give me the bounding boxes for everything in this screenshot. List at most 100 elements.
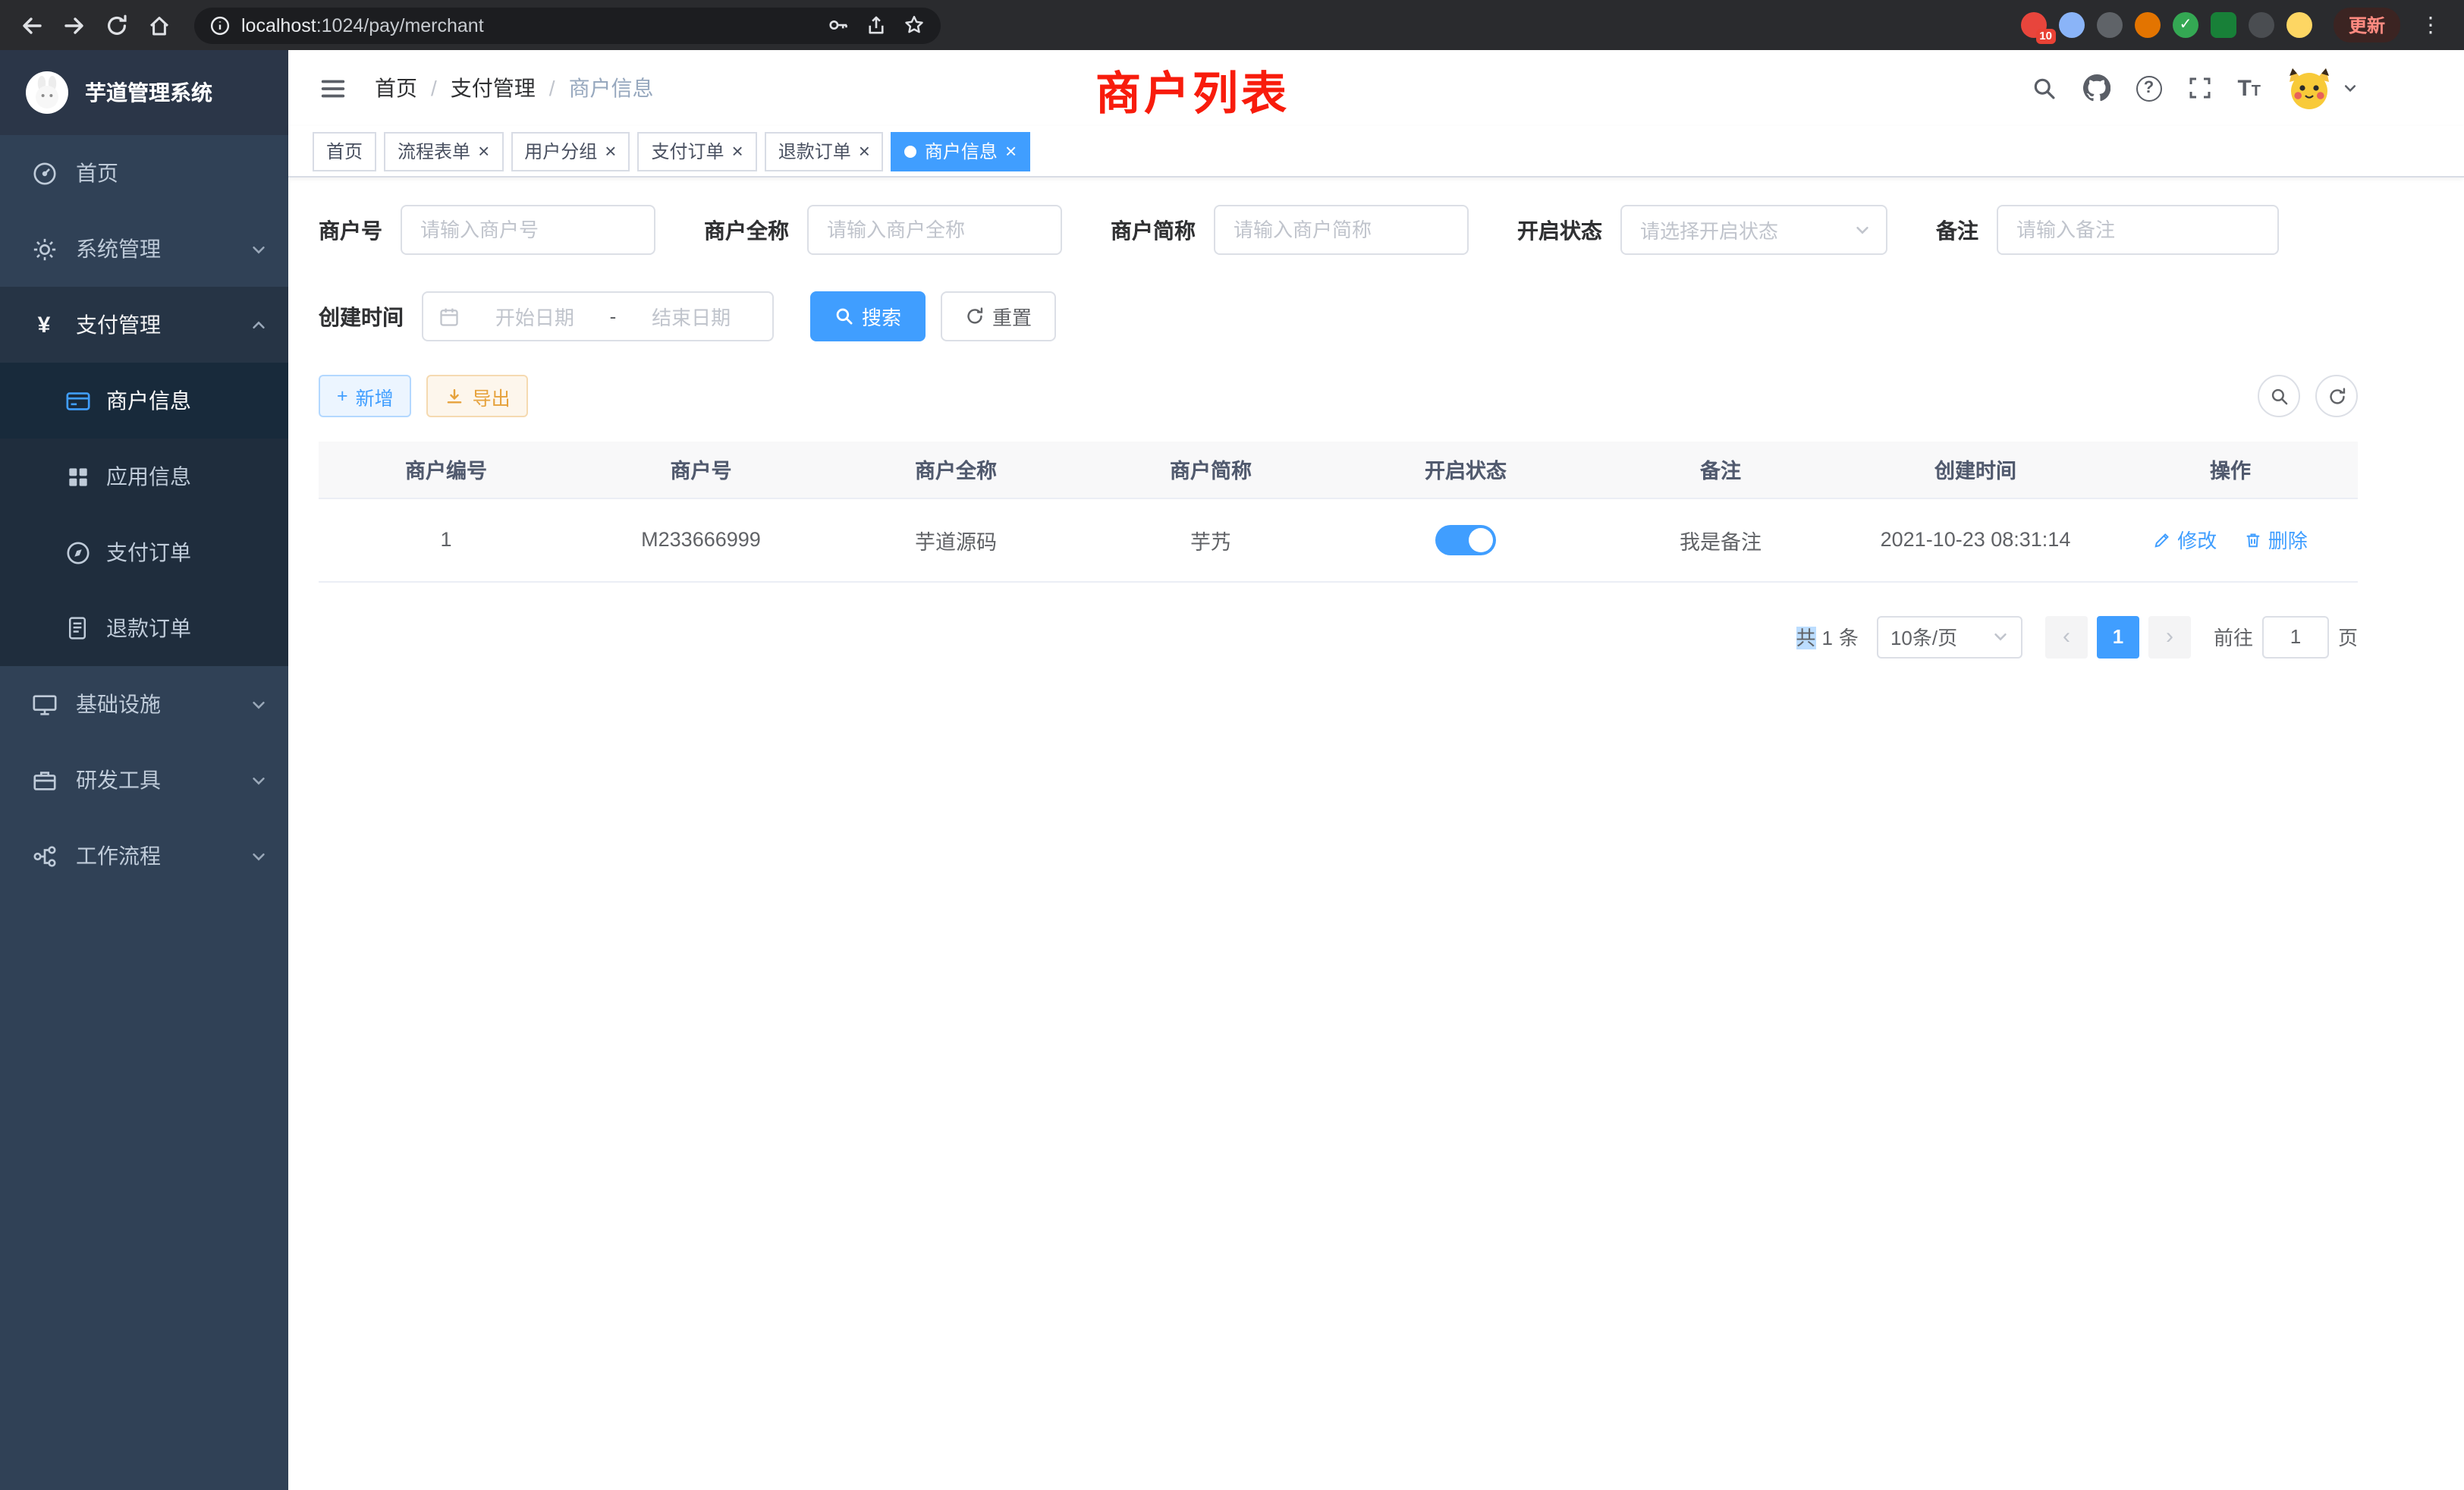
app-logo[interactable]: 芋道管理系统 (0, 50, 288, 135)
search-button[interactable]: 搜索 (810, 291, 926, 341)
column-header: 开启状态 (1338, 442, 1593, 498)
password-key-icon[interactable] (827, 14, 850, 36)
add-button[interactable]: + 新增 (319, 375, 412, 417)
tab-merchant-info[interactable]: 商户信息 × (891, 131, 1030, 171)
cell-merchant-id: 1 (319, 498, 574, 581)
browser-home-icon[interactable] (143, 8, 176, 42)
tab-refund-order[interactable]: 退款订单 × (765, 131, 884, 171)
navbar-actions: ? TT (2031, 65, 2358, 111)
breadcrumb-item[interactable]: 支付管理 (451, 73, 536, 103)
delete-button[interactable]: 删除 (2244, 525, 2308, 554)
edit-button[interactable]: 修改 (2153, 525, 2217, 554)
cell-actions: 修改 删除 (2103, 498, 2358, 581)
card-icon (64, 388, 91, 413)
extension-icon[interactable] (2097, 12, 2123, 38)
breadcrumb-item[interactable]: 首页 (375, 73, 417, 103)
table-header-row: 商户编号 商户号 商户全称 商户简称 开启状态 备注 创建时间 操作 (319, 442, 2358, 498)
tab-user-group[interactable]: 用户分组 × (511, 131, 630, 171)
show-search-toggle-button[interactable] (2258, 375, 2300, 417)
field-label: 开启状态 (1517, 215, 1602, 245)
close-icon[interactable]: × (478, 141, 489, 161)
column-header: 商户编号 (319, 442, 574, 498)
status-select[interactable]: 请选择开启状态 (1620, 205, 1887, 255)
extension-icon[interactable] (2211, 12, 2236, 38)
close-icon[interactable]: × (605, 141, 616, 161)
date-separator: - (610, 305, 617, 328)
filter-row-1: 商户号 商户全称 商户简称 开启状态 请选择开启状态 (319, 205, 2358, 255)
workflow-icon (30, 843, 58, 869)
sidebar-item-home[interactable]: 首页 (0, 135, 288, 211)
refresh-icon (2327, 386, 2346, 406)
export-button[interactable]: 导出 (427, 375, 529, 417)
app-title: 芋道管理系统 (85, 77, 212, 108)
merchant-shortname-input[interactable] (1214, 205, 1469, 255)
user-menu[interactable] (2286, 65, 2358, 111)
tab-process-form[interactable]: 流程表单 × (384, 131, 503, 171)
pagination: 共1条 10条/页 ‹ 1 › 前往 页 (319, 615, 2358, 658)
chevron-up-icon (250, 316, 267, 333)
extension-icon[interactable]: ✓ (2173, 12, 2198, 38)
status-toggle[interactable] (1435, 524, 1496, 555)
prev-page-button[interactable]: ‹ (2045, 615, 2088, 658)
sidebar-item-merchant-info[interactable]: 商户信息 (0, 363, 288, 439)
sidebar-item-label: 退款订单 (106, 613, 191, 643)
next-page-button[interactable]: › (2148, 615, 2191, 658)
extension-icon[interactable] (2059, 12, 2085, 38)
goto-page-input[interactable] (2262, 615, 2329, 658)
gear-icon (30, 236, 58, 262)
extension-icon[interactable] (2249, 12, 2274, 38)
font-size-icon[interactable]: TT (2237, 75, 2261, 101)
close-icon[interactable]: × (732, 141, 743, 161)
field-label: 商户号 (319, 215, 382, 245)
sidebar-item-infrastructure[interactable]: 基础设施 (0, 666, 288, 742)
browser-back-icon[interactable] (15, 8, 49, 42)
bookmark-star-icon[interactable] (903, 14, 926, 36)
refresh-table-button[interactable] (2315, 375, 2358, 417)
table-row: 1 M233666999 芋道源码 芋艿 我是备注 2021-10-23 08:… (319, 498, 2358, 581)
chevron-down-icon (250, 696, 267, 712)
sidebar-item-workflow[interactable]: 工作流程 (0, 818, 288, 894)
url-host: localhost (241, 14, 316, 36)
fullscreen-icon[interactable] (2187, 76, 2211, 100)
browser-forward-icon[interactable] (58, 8, 91, 42)
github-icon[interactable] (2082, 74, 2110, 102)
page-size-select[interactable]: 10条/页 (1877, 615, 2022, 658)
browser-menu-icon[interactable]: ⋮ (2412, 12, 2449, 38)
breadcrumb-separator: / (431, 76, 437, 100)
column-header: 商户全称 (828, 442, 1083, 498)
sidebar-menu: 首页 系统管理 ¥ 支付管理 (0, 135, 288, 1490)
payment-submenu: 商户信息 应用信息 支付订单 (0, 363, 288, 666)
remark-input[interactable] (1997, 205, 2279, 255)
sidebar-item-pay-order[interactable]: 支付订单 (0, 514, 288, 590)
merchant-no-input[interactable] (401, 205, 655, 255)
trash-icon (2244, 530, 2262, 549)
hamburger-icon[interactable] (310, 74, 357, 102)
search-icon[interactable] (2031, 75, 2057, 101)
sidebar-item-app-info[interactable]: 应用信息 (0, 439, 288, 514)
extension-icon[interactable]: 10 (2021, 12, 2047, 38)
browser-update-button[interactable]: 更新 (2334, 8, 2400, 42)
tab-pay-order[interactable]: 支付订单 × (637, 131, 756, 171)
site-info-icon[interactable] (209, 14, 231, 36)
sidebar-item-refund-order[interactable]: 退款订单 (0, 590, 288, 666)
chevron-down-icon (250, 847, 267, 864)
url-text: localhost:1024/pay/merchant (241, 14, 484, 36)
close-icon[interactable]: × (859, 141, 870, 161)
sidebar-item-payment[interactable]: ¥ 支付管理 (0, 287, 288, 363)
page-1-button[interactable]: 1 (2097, 615, 2139, 658)
share-icon[interactable] (865, 14, 888, 36)
reset-button[interactable]: 重置 (941, 291, 1056, 341)
extension-icon[interactable] (2286, 12, 2312, 38)
merchant-fullname-input[interactable] (807, 205, 1062, 255)
chevron-down-icon (250, 240, 267, 257)
create-time-range-picker[interactable]: 开始日期 - 结束日期 (422, 291, 774, 341)
help-icon[interactable]: ? (2136, 75, 2161, 101)
close-icon[interactable]: × (1005, 141, 1017, 161)
tab-home[interactable]: 首页 (313, 131, 376, 171)
sidebar-item-system[interactable]: 系统管理 (0, 211, 288, 287)
extension-icon[interactable] (2135, 12, 2161, 38)
address-bar[interactable]: localhost:1024/pay/merchant (194, 7, 941, 43)
browser-reload-icon[interactable] (100, 8, 134, 42)
main-area: 商户列表 首页 / 支付管理 / 商户信息 (288, 50, 2464, 1490)
sidebar-item-devtools[interactable]: 研发工具 (0, 742, 288, 818)
